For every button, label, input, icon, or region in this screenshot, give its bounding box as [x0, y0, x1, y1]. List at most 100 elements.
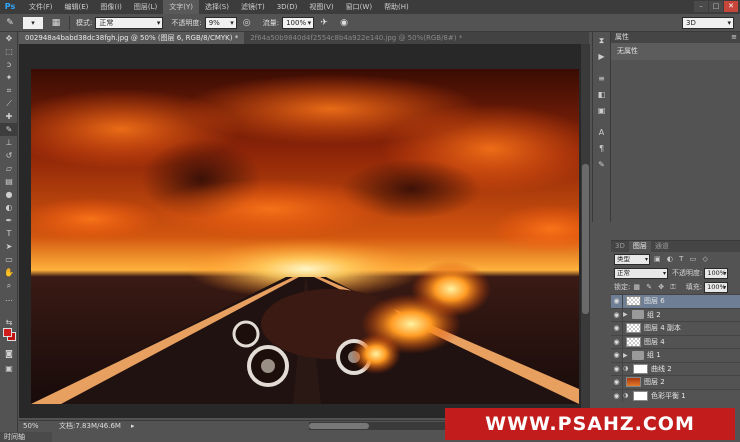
layers-tab[interactable]: 3D	[611, 241, 629, 252]
blur-icon[interactable]: ●	[0, 188, 18, 201]
layers-tab[interactable]: 通道	[651, 241, 673, 252]
eyedropper-icon[interactable]: ⟋	[0, 97, 18, 110]
flow-field[interactable]: 100%	[282, 16, 315, 29]
layer-row[interactable]: ◉ 图层 2	[611, 375, 740, 389]
layer-row[interactable]: ◉ ▶ 组 1	[611, 348, 740, 362]
menu-item[interactable]: 3D(D)	[271, 0, 304, 14]
edit-toolbar-icon[interactable]: …	[0, 292, 18, 305]
layer-row[interactable]: ◉ ▶ 组 2	[611, 307, 740, 321]
layer-row[interactable]: ◉ ◑ 曲线 2	[611, 361, 740, 375]
healing-icon[interactable]: ✚	[0, 110, 18, 123]
close-button[interactable]: ✕	[724, 1, 738, 12]
menu-item[interactable]: 文字(Y)	[163, 0, 200, 14]
properties-icon[interactable]: ≡	[593, 72, 610, 86]
expand-arrow-icon[interactable]: ▶	[623, 311, 630, 318]
filter-icons[interactable]: ▣ ◐ T ▭ ◇	[654, 255, 710, 263]
paragraph-icon[interactable]: ¶	[593, 142, 610, 156]
layer-opacity-field[interactable]: 100%	[704, 267, 729, 279]
visibility-eye-icon[interactable]: ◉	[611, 335, 623, 348]
path-select-icon[interactable]: ➤	[0, 240, 18, 253]
layer-row[interactable]: ◉ 图层 4	[611, 334, 740, 348]
brush-size-picker[interactable]: ▾	[23, 16, 43, 29]
eraser-icon[interactable]: ▱	[0, 162, 18, 175]
visibility-eye-icon[interactable]: ◉	[611, 389, 623, 402]
layer-row[interactable]: ◉ 图层 4 副本	[611, 321, 740, 335]
workspace-select[interactable]: 3D	[682, 17, 734, 29]
zoom-icon[interactable]: ⌕	[0, 279, 18, 292]
quick-mask-icon[interactable]: ◙	[0, 347, 18, 360]
document-tab[interactable]: 2f64a50b9840d4f2554c8b4a922e140.jpg @ 50…	[244, 32, 468, 44]
marquee-icon[interactable]: ⬚	[0, 45, 18, 58]
quick-select-icon[interactable]: ✦	[0, 71, 18, 84]
layer-thumbnail[interactable]	[626, 323, 641, 334]
history-icon[interactable]: ⧗	[593, 34, 610, 48]
dodge-icon[interactable]: ◐	[0, 201, 18, 214]
visibility-eye-icon[interactable]: ◉	[611, 308, 623, 321]
vertical-scrollbar[interactable]	[581, 44, 590, 418]
brush-panel-icon[interactable]: ▦	[49, 16, 63, 30]
brush-preset-icon[interactable]: ✎	[3, 16, 17, 30]
layer-thumbnail[interactable]	[626, 296, 641, 307]
airbrush-icon[interactable]: ✈	[317, 16, 331, 30]
foreground-color-swatch[interactable]	[3, 328, 12, 337]
layer-thumbnail[interactable]	[626, 336, 641, 347]
pressure-opacity-icon[interactable]: ◎	[240, 16, 254, 30]
menu-item[interactable]: 文件(F)	[23, 0, 59, 14]
menu-item[interactable]: 滤镜(T)	[235, 0, 271, 14]
menu-item[interactable]: 帮助(H)	[378, 0, 415, 14]
zoom-level[interactable]: 50%	[19, 422, 59, 430]
menu-item[interactable]: 图像(I)	[94, 0, 128, 14]
brush-icon[interactable]: ✎	[0, 123, 18, 136]
properties-header: 属性 ≡	[611, 32, 740, 43]
menu-item[interactable]: 编辑(E)	[59, 0, 95, 14]
layer-mask-thumbnail[interactable]	[633, 390, 648, 401]
lock-icons[interactable]: ▦ ✎ ✥ ⚿	[633, 283, 677, 292]
menu-item[interactable]: 视图(V)	[303, 0, 339, 14]
minimize-button[interactable]: –	[694, 1, 708, 12]
horizontal-scroll-thumb[interactable]	[309, 423, 369, 429]
menu-item[interactable]: 窗口(W)	[340, 0, 378, 14]
layer-row[interactable]: ◉ 图层 6	[611, 294, 740, 308]
menu-item[interactable]: 图层(L)	[128, 0, 163, 14]
timeline-tab[interactable]: 时间轴	[0, 432, 52, 442]
hand-icon[interactable]: ✋	[0, 266, 18, 279]
mode-select[interactable]: 正常	[95, 16, 164, 29]
layer-filter-select[interactable]: 类型	[614, 253, 650, 265]
blend-mode-select[interactable]: 正常	[614, 267, 668, 279]
visibility-eye-icon[interactable]: ◉	[611, 362, 623, 375]
opacity-field[interactable]: 9%	[204, 16, 237, 29]
gradient-icon[interactable]: ▤	[0, 175, 18, 188]
layers-tab[interactable]: 图层	[628, 241, 651, 252]
crop-icon[interactable]: ⌗	[0, 84, 18, 97]
actions-icon[interactable]: ▶	[593, 50, 610, 64]
move-icon[interactable]: ✥	[0, 32, 18, 45]
brush-panel-icon[interactable]: ✎	[593, 158, 610, 172]
visibility-eye-icon[interactable]: ◉	[611, 376, 623, 389]
adjustments-icon[interactable]: ◧	[593, 88, 610, 102]
status-menu-icon[interactable]: ▸	[131, 422, 135, 430]
character-icon[interactable]: A	[593, 126, 610, 140]
maximize-button[interactable]: □	[709, 1, 723, 12]
stamp-icon[interactable]: ⊥	[0, 136, 18, 149]
panel-menu-icon[interactable]: ≡	[731, 32, 737, 43]
layer-row[interactable]: ◉ ◑ 色彩平衡 1	[611, 388, 740, 402]
visibility-eye-icon[interactable]: ◉	[611, 349, 623, 362]
expand-arrow-icon[interactable]: ▶	[623, 352, 630, 359]
lasso-icon[interactable]: ↄ	[0, 58, 18, 71]
canvas-area[interactable]	[19, 44, 590, 418]
pressure-size-icon[interactable]: ◉	[337, 16, 351, 30]
history-brush-icon[interactable]: ↺	[0, 149, 18, 162]
styles-icon[interactable]: ▣	[593, 104, 610, 118]
type-icon[interactable]: T	[0, 227, 18, 240]
fill-field[interactable]: 100%	[704, 281, 729, 293]
pen-icon[interactable]: ✒	[0, 214, 18, 227]
screen-mode-icon[interactable]: ▣	[0, 362, 18, 375]
layer-mask-thumbnail[interactable]	[633, 363, 648, 374]
shape-icon[interactable]: ▭	[0, 253, 18, 266]
visibility-eye-icon[interactable]: ◉	[611, 295, 623, 308]
document-tab[interactable]: 002948a4babd38dc38fgh.jpg @ 50% (图层 6, R…	[19, 32, 245, 44]
layer-thumbnail[interactable]	[626, 377, 641, 388]
visibility-eye-icon[interactable]: ◉	[611, 322, 623, 335]
vertical-scroll-thumb[interactable]	[582, 164, 589, 314]
menu-item[interactable]: 选择(S)	[199, 0, 235, 14]
